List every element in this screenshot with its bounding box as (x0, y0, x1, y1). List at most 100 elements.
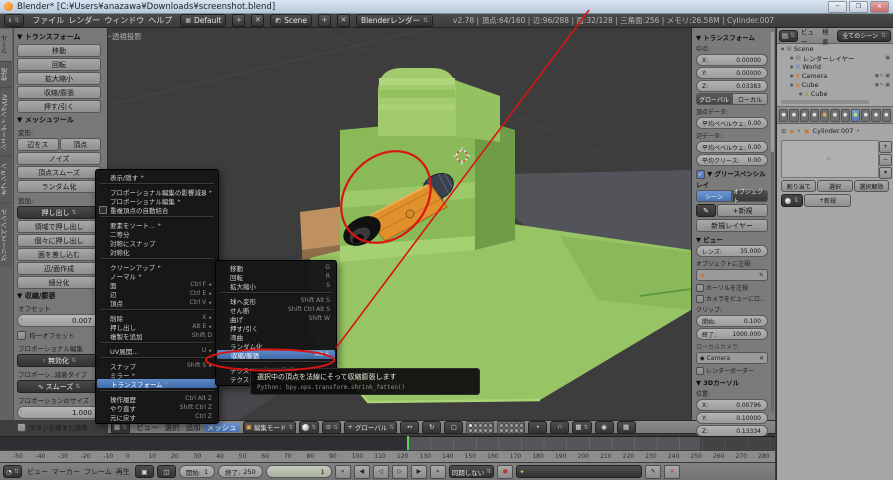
expander-icon[interactable]: ● (790, 73, 794, 78)
lock-camera-checkbox[interactable]: カメラをビューにロ.. (696, 294, 768, 303)
menu-item[interactable]: 収縮/膨張 Alt S (217, 350, 335, 359)
prev-keyframe-button[interactable]: ◀ (354, 465, 370, 479)
menu-item[interactable]: 表示/隠す ▸ (96, 172, 218, 181)
tool-button[interactable]: ノイズ (17, 152, 101, 165)
outliner-row[interactable]: ● ▲ Cube (777, 89, 893, 98)
eye-icon[interactable]: ◉ (875, 82, 879, 88)
minimize-button[interactable]: ─ (828, 1, 847, 13)
panel-header-transform[interactable]: ▼ トランスフォーム (696, 32, 768, 42)
grease-scene-toggle[interactable]: シーン (696, 190, 732, 202)
tab-texture-icon[interactable]: ● (871, 109, 880, 122)
tool-shelf-tab[interactable]: オプション (0, 156, 12, 202)
menu-item[interactable]: 元に戻す Ctrl Z (96, 412, 218, 421)
median-x-field[interactable]: X:0.00000 (696, 54, 768, 66)
new-button[interactable]: +新規 (804, 194, 851, 207)
grease-object-toggle[interactable]: オブジェクト (732, 190, 768, 202)
offset-slider[interactable]: 0.007 (17, 314, 101, 327)
play-reverse-button[interactable]: ◁ (373, 465, 389, 479)
lens-field[interactable]: レンズ:35.000 (696, 245, 768, 257)
jump-end-button[interactable]: » (430, 465, 446, 479)
add-item-button[interactable]: + (879, 141, 892, 153)
tool-button[interactable]: 個々に押し出し (17, 234, 101, 247)
scrollbar[interactable] (781, 100, 869, 104)
tab-render-icon[interactable]: ● (779, 109, 788, 122)
menu-item[interactable]: トランスフォーム ▸ (97, 379, 217, 388)
outliner-row[interactable]: ● ▲ Cube ◉ ↖ ▣ (777, 80, 893, 89)
tool-button[interactable]: 辺/面作成 (17, 262, 101, 275)
grease-pen-dropdown[interactable]: ✎ (696, 204, 716, 217)
tool-shelf-tab[interactable]: グリースペンシル (0, 202, 12, 267)
keying-set-field[interactable]: ✦ (516, 465, 642, 478)
delete-layout-button[interactable]: ✕ (251, 14, 264, 27)
timeline-menu[interactable]: 再生 (114, 468, 132, 476)
edge-crease-field[interactable]: 平均クリース:0.00 (696, 154, 768, 166)
tab-data-icon[interactable]: ● (851, 109, 860, 122)
tab-constraints-icon[interactable]: ● (830, 109, 839, 122)
panel-header-operator[interactable]: ▼ 収縮/膨張 (17, 291, 101, 301)
clear-icon[interactable]: ✕ (759, 355, 764, 362)
menubar-item[interactable]: ウィンドウ (102, 16, 146, 25)
deselect-button[interactable]: 選択解除 (854, 180, 889, 192)
proportional-size-slider[interactable]: 1.000 (17, 406, 101, 419)
outliner-row[interactable]: ● ▤ レンダーレイヤー ▣ (777, 53, 893, 62)
render-engine-selector[interactable]: Blenderレンダー⇅ (356, 14, 433, 27)
tab-physics-icon[interactable]: ● (882, 109, 891, 122)
cursor-y-field[interactable]: Y:0.10000 (696, 412, 768, 424)
panel-header-mesh-tools[interactable]: ▼ メッシュツール (17, 115, 101, 125)
edge-slide-button[interactable]: 辺をス (17, 138, 59, 151)
timeline-menu[interactable]: ビュー (25, 468, 50, 476)
vert-slide-button[interactable]: 頂点 (60, 138, 102, 151)
next-keyframe-button[interactable]: ▶ (411, 465, 427, 479)
pivot-selector[interactable]: ⊙⇅ (322, 421, 341, 434)
add-layout-button[interactable]: + (232, 14, 245, 27)
render-toggle-icon[interactable]: ▣ (885, 73, 890, 79)
tool-shelf-tab[interactable]: ツール (0, 28, 12, 61)
panel-header-grease-pencil[interactable]: ✓ ▼ グリースペンシルレイ (696, 168, 768, 189)
extrude-menu-button[interactable]: 押し出し⇅ (17, 206, 101, 219)
frame-start-field[interactable]: 開始:1 (179, 465, 215, 478)
clip-end-field[interactable]: 終了:1000.000 (696, 328, 768, 340)
vertex-bevel-field[interactable]: 平均ベベルウェ:0.00 (696, 117, 768, 129)
clip-start-field[interactable]: 開始:0.100 (696, 315, 768, 327)
expander-icon[interactable]: ● (790, 82, 794, 87)
select-arrow-icon[interactable]: ↖ (880, 82, 884, 88)
expander-icon[interactable]: ● (790, 64, 794, 69)
tool-button[interactable]: ランダム化 (17, 180, 101, 193)
median-y-field[interactable]: Y:0.00000 (696, 67, 768, 79)
eye-icon[interactable]: ◉ (875, 73, 879, 79)
editor-type-selector[interactable]: ▤⇅ (779, 30, 798, 42)
render-border-checkbox[interactable]: レンダーボーダー (696, 366, 768, 375)
tool-button[interactable]: 回転 (17, 58, 101, 71)
lock-object-field[interactable]: ◆✎ (696, 269, 768, 281)
grease-new-button[interactable]: +新規 (717, 204, 768, 217)
tool-button[interactable]: 収縮/膨張 (17, 86, 101, 99)
menu-item[interactable]: 頂点 Ctrl V ▸ (96, 298, 218, 307)
tool-button[interactable]: 押す/引く (17, 100, 101, 113)
render-toggle-icon[interactable]: ▣ (885, 55, 890, 61)
auto-keyframe-button[interactable]: ● (497, 465, 513, 479)
panel-header-3d-cursor[interactable]: ▼ 3Dカーソル (696, 377, 768, 387)
scene-selector[interactable]: ◩Scene (270, 14, 312, 27)
current-frame-field[interactable]: 1 (266, 465, 332, 478)
frame-lock-button[interactable]: ◫ (157, 465, 176, 478)
manipulator-scale-button[interactable]: ▢ (444, 421, 463, 434)
menu-item[interactable]: 複製を追加 Shift D (96, 331, 218, 340)
menubar-item[interactable]: ヘルプ (146, 16, 174, 25)
timeline-menu[interactable]: マーカー (50, 468, 82, 476)
tab-world-icon[interactable]: ● (810, 109, 819, 122)
layers-widget-1[interactable] (466, 421, 494, 434)
outliner-display-mode[interactable]: 全てのシーン⇅ (837, 30, 891, 42)
outliner-view-menu[interactable]: ビュー (801, 26, 819, 46)
tab-render-layers-icon[interactable]: ● (789, 109, 798, 122)
menu-item[interactable]: 拡大縮小 S (216, 281, 336, 290)
tool-button[interactable]: 領域で押し出し (17, 220, 101, 233)
snap-element-selector[interactable]: ▦⇅ (572, 421, 591, 434)
local-toggle[interactable]: ローカル (732, 93, 768, 105)
expander-icon[interactable]: ● (781, 46, 785, 51)
delete-keyframe-button[interactable]: ✕ (664, 465, 680, 479)
remove-item-button[interactable]: − (879, 154, 892, 166)
render-toggle-icon[interactable]: ▣ (885, 82, 890, 88)
tab-object-icon[interactable]: ● (820, 109, 829, 122)
editor-type-selector[interactable]: ◔⇅ (3, 465, 22, 478)
falloff-dropdown[interactable]: ∿スムーズ⇅ (17, 380, 101, 393)
